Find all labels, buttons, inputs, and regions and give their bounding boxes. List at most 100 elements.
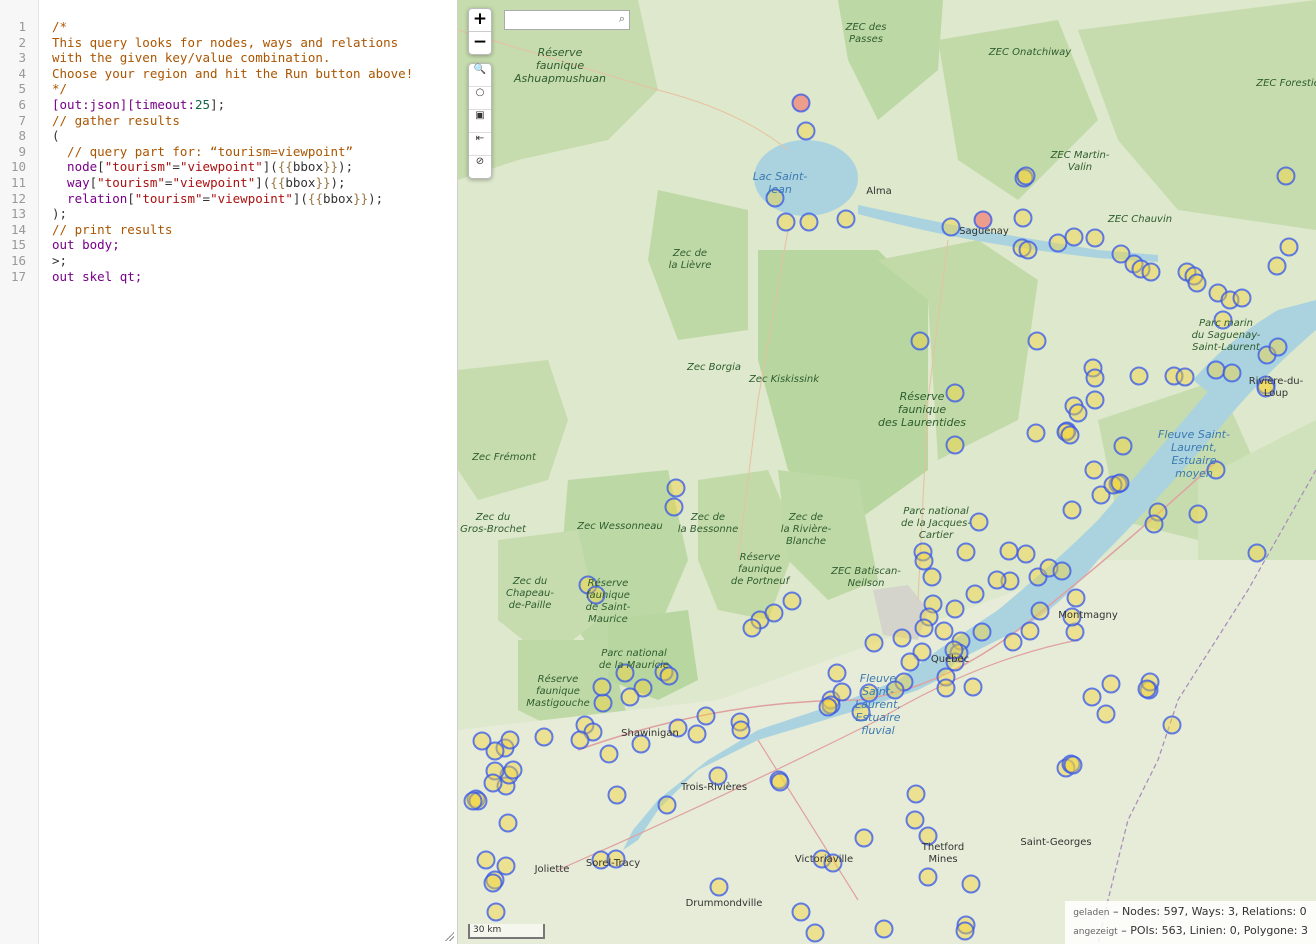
- fullscreen-icon[interactable]: ⇤: [469, 132, 491, 155]
- viewpoint-marker[interactable]: [500, 730, 520, 750]
- viewpoint-marker[interactable]: [1232, 288, 1252, 308]
- resize-handle-icon[interactable]: [444, 931, 454, 941]
- viewpoint-marker[interactable]: [1187, 273, 1207, 293]
- viewpoint-marker[interactable]: [914, 551, 934, 571]
- viewpoint-marker[interactable]: [709, 877, 729, 897]
- viewpoint-marker[interactable]: [1064, 227, 1084, 247]
- viewpoint-marker[interactable]: [1175, 367, 1195, 387]
- viewpoint-marker[interactable]: [999, 541, 1019, 561]
- zoom-in-button[interactable]: +: [469, 9, 491, 31]
- viewpoint-marker[interactable]: [1188, 504, 1208, 524]
- viewpoint-marker[interactable]: [463, 791, 483, 811]
- viewpoint-marker[interactable]: [945, 435, 965, 455]
- viewpoint-marker[interactable]: [1247, 543, 1267, 563]
- viewpoint-marker[interactable]: [961, 874, 981, 894]
- viewpoint-marker[interactable]: [1027, 331, 1047, 351]
- viewpoint-marker[interactable]: [1018, 240, 1038, 260]
- viewpoint-marker[interactable]: [534, 727, 554, 747]
- viewpoint-marker[interactable]: [742, 618, 762, 638]
- code-line[interactable]: out body;: [52, 237, 120, 252]
- code-line[interactable]: This query looks for nodes, ways and rel…: [52, 35, 398, 50]
- clear-icon[interactable]: ⊘: [469, 155, 491, 178]
- viewpoint-marker[interactable]: [599, 744, 619, 764]
- viewpoint-marker[interactable]: [1222, 363, 1242, 383]
- viewpoint-marker[interactable]: [874, 919, 894, 939]
- viewpoint-marker[interactable]: [1065, 622, 1085, 642]
- code-line[interactable]: out skel qt;: [52, 269, 142, 284]
- viewpoint-marker[interactable]: [731, 720, 751, 740]
- viewpoint-marker[interactable]: [987, 570, 1007, 590]
- viewpoint-marker[interactable]: [963, 677, 983, 697]
- viewpoint-marker[interactable]: [1267, 256, 1287, 276]
- code-line[interactable]: with the given key/value combination.: [52, 50, 330, 65]
- locate-icon[interactable]: ○: [469, 86, 491, 109]
- viewpoint-marker[interactable]: [892, 628, 912, 648]
- viewpoint-marker[interactable]: [666, 478, 686, 498]
- viewpoint-marker[interactable]: [864, 633, 884, 653]
- viewpoint-marker[interactable]: [1026, 423, 1046, 443]
- viewpoint-marker[interactable]: [1062, 500, 1082, 520]
- map-search-input[interactable]: [505, 11, 615, 30]
- code-line[interactable]: */: [52, 81, 67, 96]
- viewpoint-marker[interactable]: [607, 785, 627, 805]
- viewpoint-marker[interactable]: [496, 856, 516, 876]
- viewpoint-marker[interactable]: [503, 760, 523, 780]
- viewpoint-marker[interactable]: [799, 212, 819, 232]
- code-line[interactable]: // print results: [52, 222, 172, 237]
- viewpoint-marker[interactable]: [791, 93, 811, 113]
- viewpoint-marker[interactable]: [776, 212, 796, 232]
- viewpoint-marker[interactable]: [941, 217, 961, 237]
- viewpoint-marker[interactable]: [818, 697, 838, 717]
- viewpoint-marker[interactable]: [1276, 166, 1296, 186]
- viewpoint-marker[interactable]: [1144, 514, 1164, 534]
- code-line[interactable]: (: [52, 128, 60, 143]
- viewpoint-marker[interactable]: [1084, 460, 1104, 480]
- viewpoint-marker[interactable]: [687, 724, 707, 744]
- viewpoint-marker[interactable]: [472, 731, 492, 751]
- query-editor[interactable]: 1 /* 2 This query looks for nodes, ways and…: [0, 0, 458, 944]
- code-line[interactable]: Choose your region and hit the Run butto…: [52, 66, 413, 81]
- viewpoint-marker[interactable]: [936, 678, 956, 698]
- viewpoint-marker[interactable]: [592, 677, 612, 697]
- viewpoint-marker[interactable]: [1113, 436, 1133, 456]
- viewpoint-marker[interactable]: [1129, 366, 1149, 386]
- viewpoint-marker[interactable]: [1101, 674, 1121, 694]
- viewpoint-marker[interactable]: [905, 810, 925, 830]
- viewpoint-marker[interactable]: [956, 542, 976, 562]
- viewpoint-marker[interactable]: [696, 706, 716, 726]
- viewpoint-marker[interactable]: [764, 603, 784, 623]
- viewpoint-marker[interactable]: [972, 622, 992, 642]
- viewpoint-marker[interactable]: [1096, 704, 1116, 724]
- viewpoint-marker[interactable]: [969, 512, 989, 532]
- viewpoint-marker[interactable]: [782, 591, 802, 611]
- viewpoint-marker[interactable]: [1268, 337, 1288, 357]
- viewpoint-marker[interactable]: [791, 902, 811, 922]
- export-image-icon[interactable]: ▣: [469, 109, 491, 132]
- viewpoint-marker[interactable]: [1137, 679, 1157, 699]
- viewpoint-marker[interactable]: [836, 209, 856, 229]
- viewpoint-marker[interactable]: [832, 682, 852, 702]
- viewpoint-marker[interactable]: [1060, 425, 1080, 445]
- code-line[interactable]: relation["tourism"="viewpoint"]({{bbox}}…: [52, 191, 383, 206]
- viewpoint-marker[interactable]: [906, 784, 926, 804]
- magnifier-icon[interactable]: ⌕: [619, 12, 625, 26]
- viewpoint-marker[interactable]: [1085, 228, 1105, 248]
- map-view[interactable]: Réserve faunique Ashuapmushuan ZEC des Pa…: [458, 0, 1316, 944]
- viewpoint-marker[interactable]: [1110, 473, 1130, 493]
- viewpoint-marker[interactable]: [1016, 544, 1036, 564]
- viewpoint-marker[interactable]: [657, 795, 677, 815]
- viewpoint-marker[interactable]: [1206, 360, 1226, 380]
- zoom-to-data-icon[interactable]: 🔍: [469, 64, 491, 86]
- viewpoint-marker[interactable]: [1048, 233, 1068, 253]
- viewpoint-marker[interactable]: [796, 121, 816, 141]
- code-line[interactable]: /*: [52, 19, 67, 34]
- viewpoint-marker[interactable]: [965, 584, 985, 604]
- viewpoint-marker[interactable]: [900, 652, 920, 672]
- viewpoint-marker[interactable]: [922, 567, 942, 587]
- zoom-out-button[interactable]: −: [469, 31, 491, 54]
- viewpoint-marker[interactable]: [486, 902, 506, 922]
- viewpoint-marker[interactable]: [483, 773, 503, 793]
- viewpoint-marker[interactable]: [1085, 368, 1105, 388]
- viewpoint-marker[interactable]: [1030, 601, 1050, 621]
- viewpoint-marker[interactable]: [593, 693, 613, 713]
